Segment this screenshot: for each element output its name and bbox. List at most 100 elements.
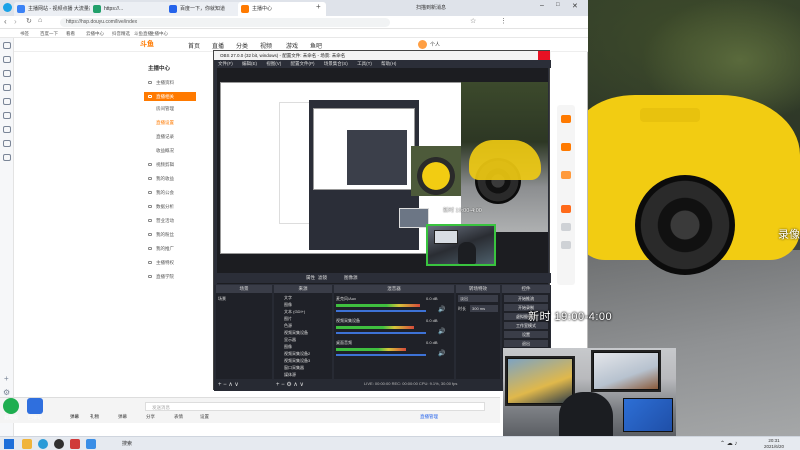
settings-button[interactable]: 设置 [504,331,548,338]
bookmark-item[interactable]: 抖音精选 [112,29,130,38]
webcam-source-overlay[interactable] [426,224,496,266]
menu-item[interactable]: 主播资料 [144,78,196,87]
menu-item-active[interactable]: 直播相关 [144,92,196,101]
transition-duration[interactable]: 300 ms [470,305,498,312]
url-bar[interactable]: https://hsp.douyu.com/live/index [60,18,390,27]
menu-item[interactable]: 直播学院 [144,272,196,281]
float-settings-icon[interactable] [561,205,571,213]
obs-menu-item[interactable]: 配置文件(P) [291,61,315,66]
wechat-taskbar-icon[interactable] [70,439,80,449]
taskbar-clock[interactable]: 20:31 2021/6/20 [752,438,796,450]
obs-toolbar-item[interactable]: 滤镜 [318,273,327,283]
chat-left-label[interactable]: 弹幕 [70,414,79,420]
scene-add-button[interactable]: + − ∧ ∨ [218,381,239,388]
sidebar-chat-icon[interactable] [3,112,11,119]
desktop-icon-recycle[interactable]: 回收站 [24,398,46,420]
minimize-button[interactable]: – [540,2,544,9]
taskbar-search[interactable]: 搜索 [122,439,172,449]
chat-tool[interactable]: 弹幕 [118,414,127,420]
nav-item[interactable]: 分类 [236,41,248,50]
source-item[interactable]: 显示器 [284,336,296,343]
forward-icon[interactable]: › [14,17,17,26]
star-icon[interactable]: ☆ [470,17,476,25]
sidebar-history-icon[interactable] [3,56,11,63]
nav-item[interactable]: 直播 [212,41,224,50]
source-item[interactable]: 图像 [284,343,292,350]
source-item[interactable]: 窗口采集器 [284,364,304,371]
sidebar-note-icon[interactable] [3,98,11,105]
avatar[interactable] [418,40,427,49]
nav-item[interactable]: 游戏 [286,41,298,50]
menu-item[interactable]: 房间管理 [144,104,196,113]
sidebar-settings-icon[interactable] [3,154,11,161]
obs-menu-item[interactable]: 工具(T) [357,61,372,66]
nav-item[interactable]: 首页 [188,41,200,50]
new-tab-button[interactable]: + [316,2,321,11]
menu-item[interactable]: 我的公会 [144,188,196,197]
menu-item-sub[interactable]: 直播设置 [144,118,196,127]
menu-item[interactable]: 直播记录 [144,132,196,141]
desktop-icon-computer[interactable]: 此电脑 [0,398,22,420]
extensions-icon[interactable]: ⋮ [500,17,507,25]
obs-menu-item[interactable]: 帮助(H) [381,61,396,66]
sidebar-star-icon[interactable] [3,42,11,49]
obs-close-button[interactable] [538,51,550,60]
chat-input[interactable]: 发送消息 [145,402,485,411]
obs-menu-item[interactable]: 场景集合(S) [324,61,348,66]
explorer-icon[interactable] [22,439,32,449]
chat-left-label[interactable]: 礼物 [90,414,99,420]
source-item[interactable]: 视频采集设备3 [284,357,310,364]
source-item[interactable]: 视频采集设备2 [284,350,310,357]
source-add-button[interactable]: + − ⚙ ∧ ∨ [276,381,304,388]
bookmark-item[interactable]: 百度一下 [40,29,58,38]
browser-taskbar-icon[interactable] [38,439,48,449]
obs-menu-item[interactable]: 文件(F) [218,61,233,66]
bookmark-item[interactable]: 看看 [66,29,75,38]
obs-preview[interactable]: 新时 19:00-4:00 [217,68,548,284]
browser-logo-icon[interactable] [3,3,12,12]
obs-menu-item[interactable]: 编辑(E) [242,61,257,66]
float-gift-icon[interactable] [561,143,571,151]
source-item[interactable]: 图片 [284,315,292,322]
maximize-button[interactable]: □ [556,2,560,8]
sidebar-download-icon[interactable] [3,70,11,77]
float-msg-icon[interactable] [561,115,571,123]
nav-item[interactable]: 视频 [260,41,272,50]
start-button[interactable] [4,439,14,449]
menu-item[interactable]: 视频剪辑 [144,160,196,169]
chat-tool[interactable]: 分享 [146,414,155,420]
close-button[interactable]: ✕ [572,2,578,10]
sidebar-game-icon[interactable] [3,126,11,133]
menu-item[interactable]: 数据分析 [144,202,196,211]
mixer-volume-slider[interactable] [336,332,426,334]
sidebar-mail-icon[interactable] [3,84,11,91]
menu-item[interactable]: 营业活动 [144,216,196,225]
mixer-mute-icon[interactable]: 🔊 [438,306,445,313]
obs-taskbar-icon[interactable] [54,439,64,449]
float-help-icon[interactable] [561,241,571,249]
menu-item[interactable]: 我的推广 [144,244,196,253]
exit-button[interactable]: 退出 [504,340,548,347]
tab-3[interactable]: 主播中心 [238,2,326,16]
site-logo[interactable]: 斗鱼 [140,38,180,51]
mixer-volume-slider[interactable] [336,310,426,312]
obs-toolbar-item[interactable]: 属性 [306,273,315,283]
start-streaming-button[interactable]: 开始推流 [504,295,548,302]
transition-select[interactable]: 淡出 [458,295,498,302]
chat-tool[interactable]: 表情 [174,414,183,420]
float-home-icon[interactable] [561,223,571,231]
mixer-mute-icon[interactable]: 🔊 [438,350,445,357]
toolbar-message[interactable]: 扫描到新消息 [416,4,446,11]
source-item[interactable]: 文字 [284,294,292,301]
tab-1[interactable]: https://... [90,2,178,16]
chat-manage-button[interactable]: 直播管理 [420,414,438,420]
tab-0[interactable]: 主播网站 - 视频点播 大流量高清 [14,2,102,16]
source-item[interactable]: 色源 [284,322,292,329]
bookmark-item[interactable]: 云播中心 [86,29,104,38]
bookmark-item[interactable]: 主播中心 [150,29,168,38]
sidebar-tools-icon[interactable] [3,140,11,147]
qq-taskbar-icon[interactable] [86,439,96,449]
menu-item[interactable]: 我的收益 [144,174,196,183]
obs-toolbar-item[interactable]: 图像源 [344,273,358,283]
chat-tool[interactable]: 设置 [200,414,209,420]
